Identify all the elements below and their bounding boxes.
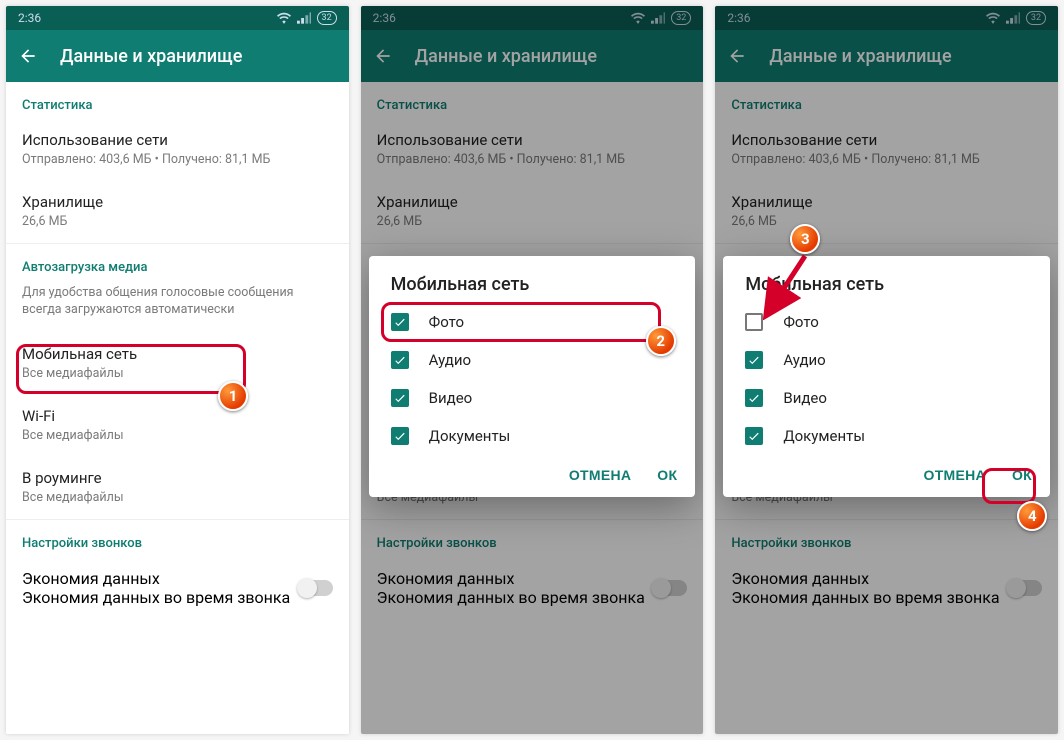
status-time: 2:36 — [373, 11, 396, 25]
mobile-network-sub: Все медиафайлы — [22, 366, 333, 381]
wifi-icon — [986, 12, 1000, 24]
back-icon[interactable] — [727, 46, 747, 66]
checkbox-checked-icon[interactable] — [745, 351, 763, 369]
checkbox-checked-icon[interactable] — [391, 389, 409, 407]
data-saver-item[interactable]: Экономия данных Экономия данных во время… — [6, 557, 349, 621]
data-saver-toggle[interactable] — [653, 580, 687, 596]
dialog-actions: ОТМЕНА ОК — [723, 455, 1050, 493]
wifi-sub: Все медиафайлы — [22, 428, 333, 443]
signal-icon — [297, 12, 311, 24]
annotation-marker-2: 2 — [646, 326, 676, 356]
ok-button[interactable]: ОК — [657, 467, 677, 483]
mobile-network-item[interactable]: Мобильная сеть Все медиафайлы — [6, 333, 349, 395]
roaming-sub: Все медиафайлы — [22, 490, 333, 505]
data-saver-title: Экономия данных — [22, 569, 290, 588]
wifi-icon — [631, 12, 645, 24]
app-bar: Данные и хранилище — [361, 30, 704, 82]
annotation-marker-4: 4 — [1017, 501, 1047, 531]
option-docs[interactable]: Документы — [723, 417, 1050, 455]
phone-screen-3: 2:36 32 Данные и хранилище Статистика Ис… — [715, 6, 1058, 734]
option-audio[interactable]: Аудио — [723, 341, 1050, 379]
status-right: 32 — [277, 11, 337, 25]
signal-icon — [1006, 12, 1020, 24]
signal-icon — [651, 12, 665, 24]
checkbox-checked-icon[interactable] — [391, 313, 409, 331]
storage-title: Хранилище — [22, 193, 333, 211]
cancel-button[interactable]: ОТМЕНА — [569, 467, 631, 483]
option-video[interactable]: Видео — [369, 379, 696, 417]
data-saver-toggle[interactable] — [1008, 580, 1042, 596]
settings-content: Статистика Использование сети Отправлено… — [6, 82, 349, 734]
status-bar: 2:36 32 — [715, 6, 1058, 30]
wifi-icon — [277, 12, 291, 24]
data-saver-item[interactable]: Экономия данных Экономия данных во время… — [361, 557, 704, 621]
network-usage-item[interactable]: Использование сети Отправлено: 403,6 МБ … — [6, 119, 349, 181]
section-stats-label: Статистика — [361, 82, 704, 119]
status-bar: 2:36 32 — [361, 6, 704, 30]
page-title: Данные и хранилище — [60, 46, 242, 67]
data-saver-item[interactable]: Экономия данных Экономия данных во время… — [715, 557, 1058, 621]
network-usage-title: Использование сети — [22, 131, 333, 149]
dialog-title: Мобильная сеть — [369, 256, 696, 303]
data-saver-toggle[interactable] — [299, 580, 333, 596]
wifi-title: Wi-Fi — [22, 407, 333, 425]
section-calls-label: Настройки звонков — [6, 520, 349, 557]
section-autodl-label: Автозагрузка медиа — [6, 244, 349, 281]
status-time: 2:36 — [727, 11, 750, 25]
storage-item[interactable]: Хранилище 26,6 МБ — [6, 181, 349, 243]
network-usage-sub: Отправлено: 403,6 МБ • Получено: 81,1 МБ — [22, 152, 333, 167]
roaming-title: В роуминге — [22, 469, 333, 487]
page-title: Данные и хранилище — [415, 46, 597, 67]
checkbox-unchecked-icon[interactable] — [745, 313, 763, 331]
battery-badge: 32 — [1026, 11, 1046, 25]
ok-button[interactable]: ОК — [1012, 467, 1032, 483]
storage-item[interactable]: Хранилище 26,6 МБ — [715, 181, 1058, 243]
storage-item[interactable]: Хранилище 26,6 МБ — [361, 181, 704, 243]
annotation-arrow-icon — [763, 250, 823, 320]
back-icon[interactable] — [18, 46, 38, 66]
network-usage-item[interactable]: Использование сети Отправлено: 403,6 МБ … — [715, 119, 1058, 181]
battery-badge: 32 — [317, 11, 337, 25]
section-stats-label: Статистика — [6, 82, 349, 119]
data-saver-sub: Экономия данных во время звонка — [22, 588, 290, 607]
phone-screen-1: 2:36 32 Данные и хранилище Статистика Ис… — [6, 6, 349, 734]
autodl-desc: Для удобства общения голосовые сообщения… — [6, 281, 349, 333]
annotation-marker-3: 3 — [790, 224, 820, 254]
checkbox-checked-icon[interactable] — [745, 389, 763, 407]
checkbox-checked-icon[interactable] — [391, 427, 409, 445]
cancel-button[interactable]: ОТМЕНА — [924, 467, 986, 483]
status-time: 2:36 — [18, 11, 41, 25]
storage-sub: 26,6 МБ — [22, 214, 333, 229]
mobile-network-title: Мобильная сеть — [22, 345, 333, 363]
app-bar: Данные и хранилище — [715, 30, 1058, 82]
status-bar: 2:36 32 — [6, 6, 349, 30]
page-title: Данные и хранилище — [769, 46, 951, 67]
roaming-item[interactable]: В роуминге Все медиафайлы — [6, 457, 349, 519]
wifi-item[interactable]: Wi-Fi Все медиафайлы — [6, 395, 349, 457]
option-video[interactable]: Видео — [723, 379, 1050, 417]
checkbox-checked-icon[interactable] — [391, 351, 409, 369]
dialog-actions: ОТМЕНА ОК — [369, 455, 696, 493]
option-docs[interactable]: Документы — [369, 417, 696, 455]
status-right: 32 — [631, 11, 691, 25]
battery-badge: 32 — [671, 11, 691, 25]
back-icon[interactable] — [373, 46, 393, 66]
phone-screen-2: 2:36 32 Данные и хранилище Статистика Ис… — [361, 6, 704, 734]
annotation-marker-1: 1 — [218, 381, 248, 411]
app-bar: Данные и хранилище — [6, 30, 349, 82]
status-right: 32 — [986, 11, 1046, 25]
network-usage-item[interactable]: Использование сети Отправлено: 403,6 МБ … — [361, 119, 704, 181]
mobile-network-dialog: Мобильная сеть Фото Аудио Видео Документ… — [369, 256, 696, 497]
checkbox-checked-icon[interactable] — [745, 427, 763, 445]
